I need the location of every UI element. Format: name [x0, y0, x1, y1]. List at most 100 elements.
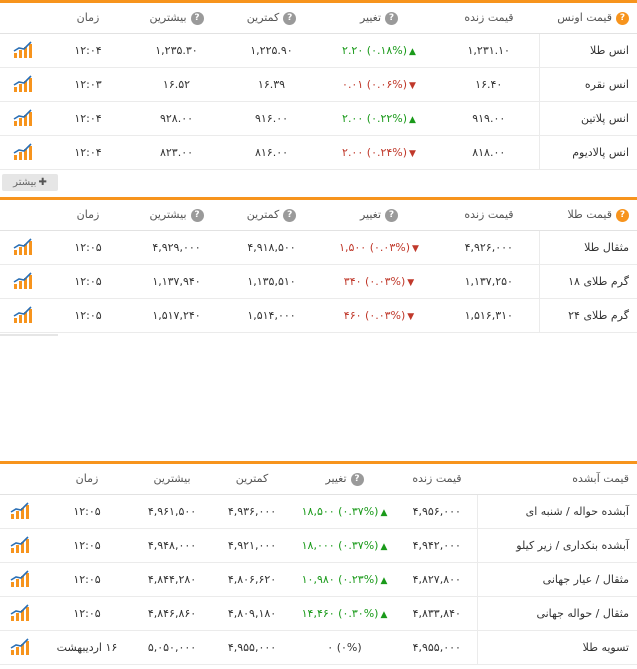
futures-header-change: ?تغییر — [292, 464, 397, 495]
table-row[interactable]: انس طلا ۱,۲۳۱.۱۰ ▲(۰.۱۸%) ۲.۲۰ ۱,۲۲۵.۹۰ … — [0, 33, 637, 68]
row-chart[interactable] — [0, 298, 47, 333]
divider — [0, 334, 58, 336]
row-chart[interactable] — [0, 230, 47, 265]
more-button[interactable]: ✚بیشتر — [2, 174, 58, 191]
arrow-down-icon: ▼ — [407, 277, 415, 288]
row-chart[interactable] — [0, 596, 42, 631]
bar-chart-icon[interactable] — [13, 238, 35, 256]
change-percent: (۰.۰۳%) — [365, 308, 406, 322]
table-row[interactable]: مثقال طلا ۴,۹۲۶,۰۰۰ ▼(۰.۰۳%) ۱,۵۰۰ ۴,۹۱۸… — [0, 230, 637, 265]
table-row[interactable]: آبشده حواله / شنبه ای ۴,۹۵۶,۰۰۰ ▲(۰.۳۷%)… — [0, 494, 637, 529]
bar-chart-icon[interactable] — [13, 143, 35, 161]
ounce-header-name: ?قیمت اونس — [539, 3, 637, 34]
table-row[interactable]: گرم طلای ۲۴ ۱,۵۱۶,۳۱۰ ▼(۰.۰۳%) ۴۶۰ ۱,۵۱۴… — [0, 298, 637, 333]
row-high: ۴,۸۴۶,۸۶۰ — [132, 596, 212, 631]
row-chart[interactable] — [0, 33, 47, 68]
arrow-up-icon: ▲ — [380, 575, 388, 586]
change-percent: (۰%) — [336, 640, 362, 654]
table-row[interactable]: انس پالادیوم ۸۱۸.۰۰ ▼(۰.۲۴%) ۲.۰۰ ۸۱۶.۰۰… — [0, 135, 637, 170]
row-live-price: ۴,۹۴۲,۰۰۰ — [397, 528, 477, 563]
arrow-down-icon: ▼ — [407, 311, 415, 322]
bar-chart-icon[interactable] — [10, 604, 32, 622]
table-row[interactable]: مثقال / حواله جهانی ۴,۸۳۳,۸۴۰ ▲(۰.۳۰%) ۱… — [0, 596, 637, 631]
bar-chart-icon[interactable] — [10, 536, 32, 554]
change-value: ۱۸,۰۰۰ — [301, 538, 335, 552]
row-change: ▼(۰.۰۳%) ۱,۵۰۰ — [319, 230, 439, 265]
bar-chart-icon[interactable] — [13, 306, 35, 324]
row-name[interactable]: مثقال طلا — [538, 230, 637, 265]
row-live-price: ۴,۸۲۷,۸۰۰ — [397, 562, 477, 597]
row-chart[interactable] — [0, 528, 42, 563]
change-value: ۲.۲۰ — [342, 43, 364, 57]
row-chart[interactable] — [0, 101, 47, 136]
table-row[interactable]: گرم طلای ۱۸ ۱,۱۳۷,۲۵۰ ▼(۰.۰۳%) ۳۴۰ ۱,۱۳۵… — [0, 264, 637, 299]
bar-chart-icon[interactable] — [13, 41, 35, 59]
question-icon[interactable]: ? — [616, 208, 629, 222]
row-name[interactable]: مثقال / عیار جهانی — [476, 562, 637, 597]
row-change: ▲(۰.۳۷%) ۱۸,۵۰۰ — [292, 494, 397, 529]
table-row[interactable]: آبشده بنکداری / زیر کیلو ۴,۹۴۲,۰۰۰ ▲(۰.۳… — [0, 528, 637, 563]
arrow-up-icon: ▲ — [380, 507, 388, 518]
row-name[interactable]: انس پالادیوم — [538, 135, 637, 170]
table-row[interactable]: انس پلاتین ۹۱۹.۰۰ ▲(۰.۲۲%) ۲.۰۰ ۹۱۶.۰۰ ۹… — [0, 101, 637, 136]
row-change: ▲(۰.۱۸%) ۲.۲۰ — [319, 33, 439, 68]
row-time: ۱۲:۰۴ — [47, 101, 129, 136]
row-live-price: ۱,۵۱۶,۳۱۰ — [439, 298, 539, 333]
question-icon[interactable]: ? — [190, 11, 204, 25]
row-name[interactable]: آبشده حواله / شنبه ای — [476, 494, 637, 529]
row-chart[interactable] — [0, 562, 42, 597]
gold-header-change: ?تغییر — [319, 200, 439, 231]
row-live-price: ۴,۹۵۶,۰۰۰ — [397, 494, 477, 529]
bar-chart-icon[interactable] — [13, 272, 35, 290]
table-row[interactable]: مثقال / عیار جهانی ۴,۸۲۷,۸۰۰ ▲(۰.۲۳%) ۱۰… — [0, 562, 637, 597]
row-chart[interactable] — [0, 67, 47, 102]
change-percent: (۰.۰۳%) — [365, 274, 406, 288]
bar-chart-icon[interactable] — [10, 638, 32, 656]
futures-panel: قیمت آبشده قیمت زنده ?تغییر کمترین بیشتر… — [0, 461, 637, 665]
change-value: ۱۰,۹۸۰ — [301, 572, 335, 586]
row-name[interactable]: انس طلا — [538, 33, 637, 68]
question-icon[interactable]: ? — [283, 11, 297, 25]
question-icon[interactable]: ? — [350, 472, 364, 486]
row-name[interactable]: آبشده بنکداری / زیر کیلو — [476, 528, 637, 563]
bar-chart-icon[interactable] — [10, 570, 32, 588]
change-value: ۲.۰۰ — [342, 111, 364, 125]
question-icon[interactable]: ? — [385, 11, 399, 25]
row-chart[interactable] — [0, 494, 42, 529]
change-percent: (۰.۲۳%) — [338, 572, 379, 586]
row-name[interactable]: انس نقره — [538, 67, 637, 102]
table-row[interactable]: تسویه طلا ۴,۹۵۵,۰۰۰ (۰%) ۰ ۴,۹۵۵,۰۰۰ ۵,۰… — [0, 630, 637, 665]
row-chart[interactable] — [0, 630, 42, 665]
question-icon[interactable]: ? — [190, 208, 204, 222]
row-time: ۱۲:۰۴ — [47, 33, 129, 68]
row-time: ۱۲:۰۵ — [42, 528, 132, 563]
row-high: ۵,۰۵۰,۰۰۰ — [132, 630, 212, 665]
futures-header-name: قیمت آبشده — [477, 464, 637, 495]
row-name[interactable]: گرم طلای ۲۴ — [538, 298, 637, 333]
row-name[interactable]: انس پلاتین — [538, 101, 637, 136]
arrow-up-icon: ▲ — [380, 541, 388, 552]
question-icon[interactable]: ? — [385, 208, 399, 222]
row-high: ۱,۵۱۷,۲۴۰ — [129, 298, 224, 333]
table-row[interactable]: انس نقره ۱۶.۴۰ ▼(۰.۰۶%) ۰.۰۱ ۱۶.۳۹ ۱۶.۵۲… — [0, 67, 637, 102]
gold-header-live: قیمت زنده — [439, 200, 539, 231]
row-low: ۸۱۶.۰۰ — [224, 135, 319, 170]
bar-chart-icon[interactable] — [13, 109, 35, 127]
bar-chart-icon[interactable] — [10, 502, 32, 520]
row-low: ۴,۹۲۱,۰۰۰ — [212, 528, 292, 563]
arrow-up-icon: ▲ — [380, 609, 388, 620]
row-chart[interactable] — [0, 264, 47, 299]
row-chart[interactable] — [0, 135, 47, 170]
bar-chart-icon[interactable] — [13, 75, 35, 93]
row-name[interactable]: تسویه طلا — [476, 630, 637, 665]
row-high: ۱,۱۳۷,۹۴۰ — [129, 264, 224, 299]
row-name[interactable]: مثقال / حواله جهانی — [476, 596, 637, 631]
row-name[interactable]: گرم طلای ۱۸ — [538, 264, 637, 299]
change-value: ۰.۰۱ — [342, 77, 364, 91]
question-icon[interactable]: ? — [616, 11, 629, 25]
row-high: ۸۲۳.۰۰ — [129, 135, 224, 170]
change-value: ۱۸,۵۰۰ — [301, 504, 335, 518]
row-time: ۱۲:۰۵ — [42, 494, 132, 529]
row-change: ▼(۰.۲۴%) ۲.۰۰ — [319, 135, 439, 170]
question-icon[interactable]: ? — [283, 208, 297, 222]
